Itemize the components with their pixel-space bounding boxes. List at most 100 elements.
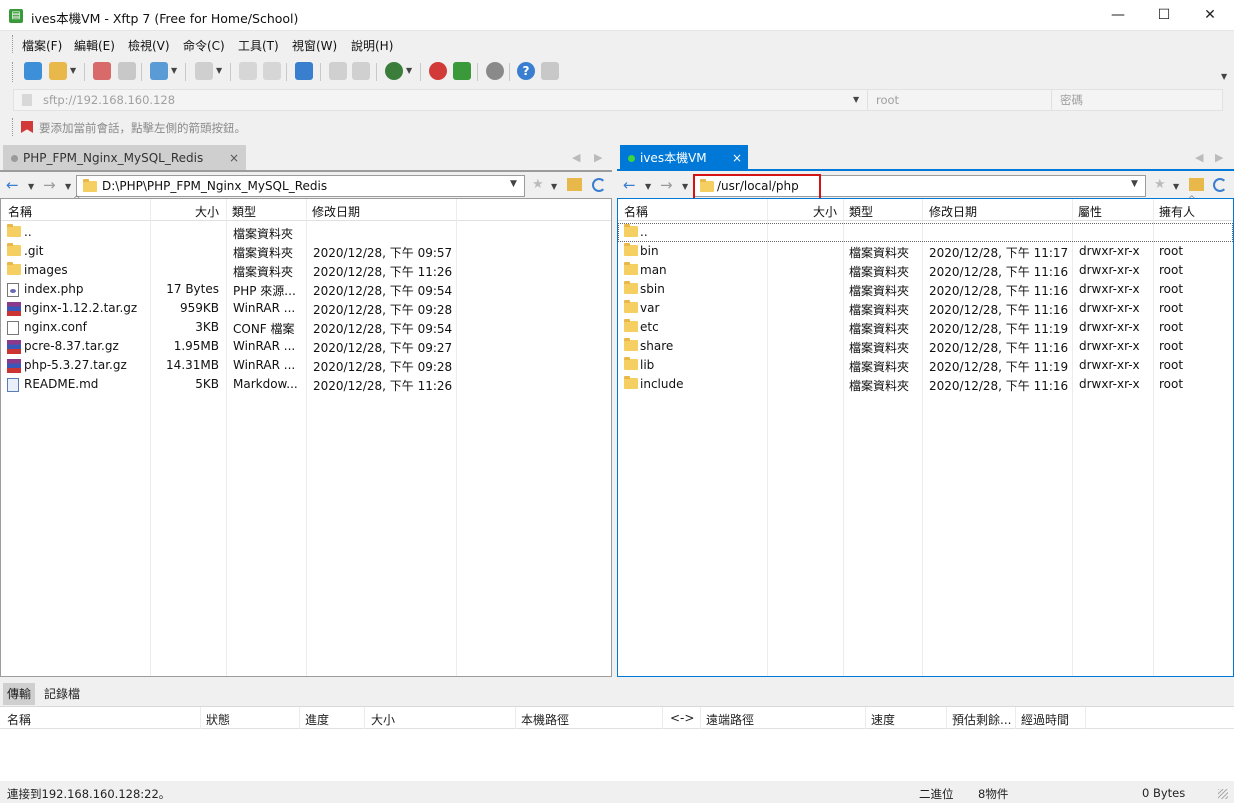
tab-remote-session[interactable]: ives本機VM × <box>620 145 748 171</box>
left-favorites-star-icon[interactable]: ★ <box>532 177 544 192</box>
toolbar-overflow-icon[interactable]: ▼ <box>1221 72 1227 81</box>
right-refresh-icon[interactable] <box>1213 178 1227 192</box>
list-item[interactable]: README.md 5KB Markdow... 2020/12/28, 下午 11:… <box>1 375 611 394</box>
list-item[interactable]: images 檔案資料夾 2020/12/28, 下午 11:26 <box>1 261 611 280</box>
menu-command[interactable]: 命令(C) <box>183 37 225 54</box>
col-size[interactable]: 大小 <box>195 203 219 220</box>
left-forward-icon[interactable]: → <box>43 178 56 193</box>
new-tab-icon[interactable] <box>150 62 168 80</box>
menu-view[interactable]: 檢視(V) <box>128 37 170 54</box>
host-dropdown-icon[interactable]: ▼ <box>853 95 859 104</box>
host-input[interactable]: sftp://192.168.160.128 <box>43 90 175 110</box>
left-back-icon[interactable]: ← <box>6 178 19 193</box>
col-status[interactable]: 狀態 <box>206 711 230 728</box>
maximize-button[interactable]: ☐ <box>1141 0 1187 31</box>
xftp-icon[interactable] <box>453 62 471 80</box>
transfer-icon[interactable] <box>195 62 213 80</box>
menu-file[interactable]: 檔案(F) <box>22 37 62 54</box>
right-tab-scroll-right-icon[interactable]: ▶ <box>1215 151 1223 164</box>
open-folder-icon[interactable] <box>49 62 67 80</box>
list-item[interactable]: man 檔案資料夾 2020/12/28, 下午 11:16 drwxr-xr-x ro… <box>618 261 1233 280</box>
list-item[interactable]: .. <box>618 223 1233 242</box>
list-item[interactable]: bin 檔案資料夾 2020/12/28, 下午 11:17 drwxr-xr-x ro… <box>618 242 1233 261</box>
left-forward-dropdown-icon[interactable]: ▼ <box>65 182 71 191</box>
list-item[interactable]: lib 檔案資料夾 2020/12/28, 下午 11:19 drwxr-xr-x ro… <box>618 356 1233 375</box>
close-button[interactable]: ✕ <box>1187 0 1233 31</box>
globe-icon[interactable] <box>385 62 403 80</box>
col-speed[interactable]: 速度 <box>871 711 895 728</box>
list-item[interactable]: include 檔案資料夾 2020/12/28, 下午 11:16 drwxr-xr… <box>618 375 1233 394</box>
list-item[interactable]: var 檔案資料夾 2020/12/28, 下午 11:16 drwxr-xr-x ro… <box>618 299 1233 318</box>
menu-tools[interactable]: 工具(T) <box>238 37 279 54</box>
col-date[interactable]: 修改日期 <box>312 203 360 220</box>
minimize-button[interactable]: — <box>1095 0 1141 31</box>
xshell-icon[interactable] <box>429 62 447 80</box>
right-path-dropdown-icon[interactable]: ▼ <box>1131 179 1138 189</box>
transfer-dropdown-icon[interactable]: ▼ <box>216 66 222 75</box>
tab-transfers[interactable]: 傳輸 <box>3 683 35 705</box>
list-item[interactable]: nginx.conf 3KB CONF 檔案 2020/12/28, 下午 09:54 <box>1 318 611 337</box>
col-remote-path[interactable]: 遠端路徑 <box>706 711 754 728</box>
list-item[interactable]: php-5.3.27.tar.gz 14.31MB WinRAR ... 2020/1… <box>1 356 611 375</box>
list-item[interactable]: index.php 17 Bytes PHP 來源... 2020/12/28, 下午… <box>1 280 611 299</box>
disconnect-icon[interactable] <box>93 62 111 80</box>
col-elapsed[interactable]: 經過時間 <box>1021 711 1069 728</box>
menu-window[interactable]: 視窗(W) <box>292 37 337 54</box>
chat-icon[interactable] <box>541 62 559 80</box>
paste-icon[interactable] <box>263 62 281 80</box>
left-path-field[interactable]: D:\PHP\PHP_FPM_Nginx_MySQL_Redis ▼ <box>76 175 525 197</box>
right-favorites-dropdown-icon[interactable]: ▼ <box>1173 182 1179 191</box>
left-tab-scroll-left-icon[interactable]: ◀ <box>572 151 580 164</box>
col-type[interactable]: 類型 <box>232 203 256 220</box>
new-session-icon[interactable] <box>24 62 42 80</box>
col-type[interactable]: 類型 <box>849 203 873 220</box>
sync-arrows-icon[interactable] <box>295 62 313 80</box>
tab-log[interactable]: 記錄檔 <box>44 683 80 705</box>
copy-icon[interactable] <box>239 62 257 80</box>
right-home-folder-icon[interactable] <box>1189 178 1204 191</box>
col-local-path[interactable]: 本機路徑 <box>521 711 569 728</box>
globe-dropdown-icon[interactable]: ▼ <box>406 66 412 75</box>
col-date[interactable]: 修改日期 <box>929 203 977 220</box>
col-eta[interactable]: 預估剩餘... <box>952 711 1011 728</box>
menu-help[interactable]: 說明(H) <box>351 37 393 54</box>
right-tab-scroll-left-icon[interactable]: ◀ <box>1195 151 1203 164</box>
password-input[interactable]: 密碼 <box>1060 90 1083 110</box>
tab-local-folder[interactable]: PHP_FPM_Nginx_MySQL_Redis × <box>3 145 246 171</box>
col-attributes[interactable]: 屬性 <box>1078 203 1102 220</box>
right-forward-dropdown-icon[interactable]: ▼ <box>682 182 688 191</box>
menu-edit[interactable]: 編輯(E) <box>74 37 115 54</box>
reconnect-icon[interactable] <box>118 62 136 80</box>
col-name[interactable]: 名稱 <box>624 203 648 220</box>
list-item[interactable]: sbin 檔案資料夾 2020/12/28, 下午 11:16 drwxr-xr-x r… <box>618 280 1233 299</box>
gear-icon[interactable] <box>486 62 504 80</box>
list-item[interactable]: .git 檔案資料夾 2020/12/28, 下午 09:57 <box>1 242 611 261</box>
resize-grip-icon[interactable] <box>1218 789 1228 799</box>
col-size[interactable]: 大小 <box>813 203 837 220</box>
col-progress[interactable]: 進度 <box>305 711 329 728</box>
col-name[interactable]: 名稱 <box>8 203 32 220</box>
left-tab-scroll-right-icon[interactable]: ▶ <box>594 151 602 164</box>
new-tab-dropdown-icon[interactable]: ▼ <box>171 66 177 75</box>
username-input[interactable]: root <box>876 90 899 110</box>
list-item[interactable]: .. 檔案資料夾 <box>1 223 611 242</box>
left-favorites-dropdown-icon[interactable]: ▼ <box>551 182 557 191</box>
col-size[interactable]: 大小 <box>371 711 395 728</box>
tab-close-icon[interactable]: × <box>229 145 239 171</box>
right-back-icon[interactable]: ← <box>623 178 636 193</box>
right-back-dropdown-icon[interactable]: ▼ <box>645 182 651 191</box>
col-owner[interactable]: 擁有人 <box>1159 203 1195 220</box>
list-item[interactable]: nginx-1.12.2.tar.gz 959KB WinRAR ... 2020/1… <box>1 299 611 318</box>
list-item[interactable]: pcre-8.37.tar.gz 1.95MB WinRAR ... 2020/12/… <box>1 337 611 356</box>
left-back-dropdown-icon[interactable]: ▼ <box>28 182 34 191</box>
list-item[interactable]: etc 檔案資料夾 2020/12/28, 下午 11:19 drwxr-xr-x ro… <box>618 318 1233 337</box>
bookmark-icon[interactable] <box>21 121 33 133</box>
right-forward-icon[interactable]: → <box>660 178 673 193</box>
col-name[interactable]: 名稱 <box>7 711 31 728</box>
encoding-icon[interactable] <box>352 62 370 80</box>
left-path-dropdown-icon[interactable]: ▼ <box>510 179 517 189</box>
left-refresh-icon[interactable] <box>592 178 606 192</box>
left-home-folder-icon[interactable] <box>567 178 582 191</box>
list-item[interactable]: share 檔案資料夾 2020/12/28, 下午 11:16 drwxr-xr-x… <box>618 337 1233 356</box>
properties-icon[interactable] <box>329 62 347 80</box>
